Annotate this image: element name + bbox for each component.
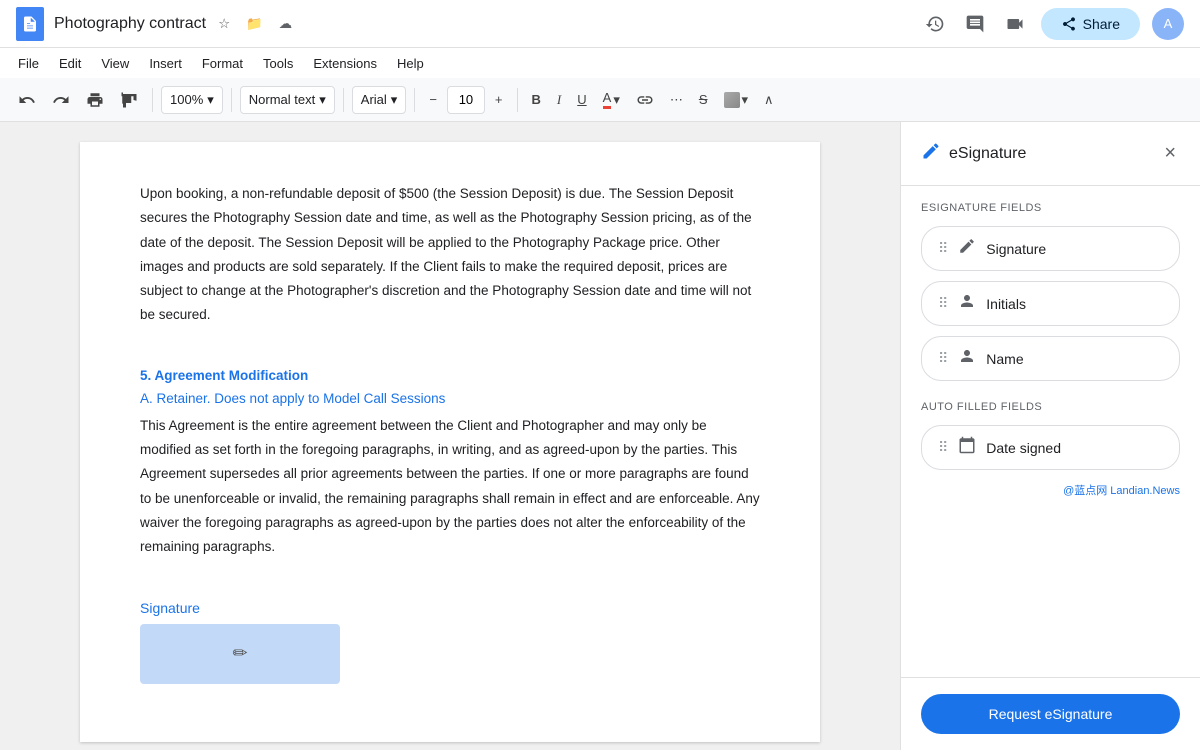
google-docs-icon: [16, 7, 44, 41]
drag-icon-initials: ⠿: [938, 295, 948, 312]
star-button[interactable]: ☆: [214, 12, 234, 36]
font-size-input[interactable]: 10: [452, 92, 480, 107]
signature-pen-icon: ✏: [232, 643, 247, 664]
signature-field[interactable]: ⠿ Signature: [921, 226, 1180, 271]
font-size-increase[interactable]: +: [489, 88, 509, 111]
meet-button[interactable]: [1001, 10, 1029, 38]
name-field-label: Name: [986, 351, 1023, 367]
redo-button[interactable]: [46, 87, 76, 113]
history-button[interactable]: [921, 10, 949, 38]
section5a-text: A. Retainer. Does not apply to Model Cal…: [140, 391, 445, 406]
body-paragraph: Upon booking, a non-refundable deposit o…: [140, 182, 760, 328]
share-label: Share: [1083, 16, 1120, 32]
signature-label: Signature: [140, 600, 760, 616]
highlight-button[interactable]: ▾: [718, 88, 755, 112]
strikethrough-button[interactable]: S: [693, 88, 714, 111]
auto-fields-label: AUTO FILLED FIELDS: [921, 401, 1180, 413]
date-field-icon: [958, 436, 976, 459]
watermark: @蓝点网 Landian.News: [921, 482, 1180, 498]
font-select[interactable]: Arial ▾: [352, 86, 407, 114]
menu-tools[interactable]: Tools: [253, 52, 303, 75]
esig-content: ESIGNATURE FIELDS ⠿ Signature ⠿ Initials…: [901, 186, 1200, 677]
name-field[interactable]: ⠿ Name: [921, 336, 1180, 381]
bold-button[interactable]: B: [526, 88, 547, 111]
drag-icon-signature: ⠿: [938, 240, 948, 257]
style-value: Normal text: [249, 92, 315, 107]
request-esignature-button[interactable]: Request eSignature: [921, 694, 1180, 734]
section5a-paragraph: This Agreement is the entire agreement b…: [140, 414, 760, 560]
style-select[interactable]: Normal text ▾: [240, 86, 335, 114]
menu-insert[interactable]: Insert: [139, 52, 192, 75]
text-color-button[interactable]: A▾: [597, 86, 626, 113]
font-value: Arial: [361, 92, 387, 107]
avatar[interactable]: A: [1152, 8, 1184, 40]
undo-button[interactable]: [12, 87, 42, 113]
top-bar: Photography contract ☆ 📁 ☁ Share A: [0, 0, 1200, 48]
print-button[interactable]: [80, 87, 110, 113]
divider-5: [517, 88, 518, 112]
menu-help[interactable]: Help: [387, 52, 434, 75]
esig-title-text: eSignature: [949, 145, 1026, 163]
divider-1: [152, 88, 153, 112]
name-field-icon: [958, 347, 976, 370]
body-text: Upon booking, a non-refundable deposit o…: [140, 186, 752, 322]
signature-box[interactable]: ✏: [140, 624, 340, 684]
signature-field-icon: [958, 237, 976, 260]
drag-icon-date: ⠿: [938, 439, 948, 456]
folder-button[interactable]: 📁: [242, 12, 267, 36]
expand-button[interactable]: ∧: [758, 88, 780, 112]
signature-field-label: Signature: [986, 241, 1046, 257]
menu-format[interactable]: Format: [192, 52, 253, 75]
toolbar: 100% ▾ Normal text ▾ Arial ▾ − 10 + B I …: [0, 78, 1200, 122]
initials-field[interactable]: ⠿ Initials: [921, 281, 1180, 326]
esig-close-button[interactable]: ×: [1160, 138, 1180, 169]
paint-format-button[interactable]: [114, 87, 144, 113]
drag-icon-name: ⠿: [938, 350, 948, 367]
esig-footer: Request eSignature: [901, 677, 1200, 750]
section5a-body: This Agreement is the entire agreement b…: [140, 418, 760, 554]
more-button[interactable]: ⋯: [664, 88, 689, 112]
esig-title-area: eSignature: [921, 141, 1026, 166]
link-button[interactable]: [630, 87, 660, 113]
top-bar-right: Share A: [921, 8, 1184, 40]
esig-pen-icon: [921, 141, 941, 166]
document-area: Upon booking, a non-refundable deposit o…: [0, 122, 900, 750]
menu-view[interactable]: View: [91, 52, 139, 75]
menu-edit[interactable]: Edit: [49, 52, 91, 75]
font-size-decrease[interactable]: −: [423, 88, 443, 111]
esignature-panel: eSignature × ESIGNATURE FIELDS ⠿ Signatu…: [900, 122, 1200, 750]
zoom-value: 100%: [170, 92, 203, 107]
underline-button[interactable]: U: [571, 88, 592, 111]
cloud-button[interactable]: ☁: [275, 12, 296, 36]
initials-field-label: Initials: [986, 296, 1026, 312]
esig-fields-label: ESIGNATURE FIELDS: [921, 202, 1180, 214]
esig-header: eSignature ×: [901, 122, 1200, 186]
doc-title[interactable]: Photography contract: [54, 15, 206, 33]
menu-bar: File Edit View Insert Format Tools Exten…: [0, 48, 1200, 78]
menu-file[interactable]: File: [8, 52, 49, 75]
comment-button[interactable]: [961, 10, 989, 38]
top-bar-left: Photography contract ☆ 📁 ☁: [16, 7, 296, 41]
main-area: Upon booking, a non-refundable deposit o…: [0, 122, 1200, 750]
share-button[interactable]: Share: [1041, 8, 1140, 40]
auto-fields-section: AUTO FILLED FIELDS ⠿ Date signed: [921, 401, 1180, 470]
date-signed-field[interactable]: ⠿ Date signed: [921, 425, 1180, 470]
zoom-select[interactable]: 100% ▾: [161, 86, 223, 114]
divider-2: [231, 88, 232, 112]
menu-extensions[interactable]: Extensions: [303, 52, 387, 75]
section5-heading: 5. Agreement Modification: [140, 368, 760, 383]
doc-page: Upon booking, a non-refundable deposit o…: [80, 142, 820, 742]
font-size-area: 10: [447, 86, 485, 114]
initials-field-icon: [958, 292, 976, 315]
italic-button[interactable]: I: [551, 88, 567, 112]
section5a-heading: A. Retainer. Does not apply to Model Cal…: [140, 391, 760, 406]
divider-3: [343, 88, 344, 112]
doc-title-area: Photography contract ☆ 📁 ☁: [54, 12, 296, 36]
divider-4: [414, 88, 415, 112]
date-signed-field-label: Date signed: [986, 440, 1061, 456]
